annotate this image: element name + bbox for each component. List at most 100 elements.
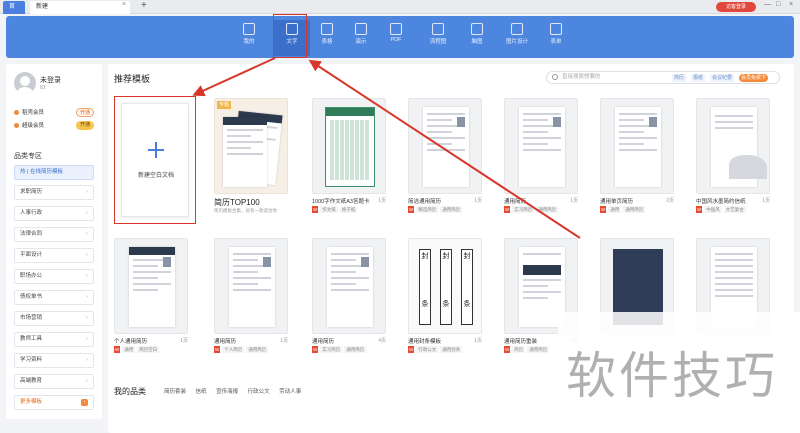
ribbon-item-image-design[interactable]: 图片设计 xyxy=(499,20,535,56)
open-super-vip-button[interactable]: 开通 xyxy=(76,121,94,130)
search-input[interactable]: 直接搜索想要的 xyxy=(562,72,601,83)
image-design-icon xyxy=(511,23,523,35)
sidebar: 未登录 ID: 稻壳会员 开通 超级会员 开通 品类专区 热 | 在线简历模板 … xyxy=(6,64,102,419)
wps-icon: W xyxy=(696,206,703,213)
wps-icon: W xyxy=(312,206,319,213)
template-tags: W 通用 简历空白 xyxy=(114,346,160,353)
sidebar-item[interactable]: 职场办公 › xyxy=(14,269,94,284)
search-chip[interactable]: 简历 xyxy=(672,74,687,82)
tab-home[interactable]: 首页 xyxy=(3,1,25,23)
new-tab-button[interactable]: + xyxy=(141,0,147,11)
super-vip-icon xyxy=(14,123,19,129)
wps-icon: W xyxy=(408,206,415,213)
search-icon xyxy=(552,74,558,80)
tab-close-icon[interactable]: × xyxy=(122,1,126,8)
vip-row-super: 超级会员 开通 xyxy=(14,121,94,131)
table-icon xyxy=(321,23,333,35)
wps-icon: W xyxy=(408,346,415,353)
chevron-right-icon: › xyxy=(86,210,88,216)
sidebar-item[interactable]: 高端教育 › xyxy=(14,374,94,389)
ribbon-item-pdf[interactable]: PDF xyxy=(378,20,414,56)
new-document-ribbon: 我的 文字 表格 演示 PDF 流程图 脑图 图片设计 表单 xyxy=(6,16,794,58)
sidebar-item[interactable]: 债权单书 › xyxy=(14,290,94,305)
maximize-button[interactable]: □ xyxy=(776,1,780,8)
template-pages: 1页 xyxy=(378,198,386,204)
template-pages: 1页 xyxy=(762,198,770,204)
template-thumbnail: 专题 xyxy=(214,98,288,194)
pdf-icon xyxy=(390,23,402,35)
wps-icon: W xyxy=(504,206,511,213)
sidebar-item[interactable]: 求职简历 › xyxy=(14,185,94,200)
template-thumbnail xyxy=(312,238,386,334)
template-tags: W 个人简历 通用简历 xyxy=(214,346,269,353)
template-name: 通用简历 xyxy=(214,339,237,345)
open-docer-vip-button[interactable]: 开通 xyxy=(76,108,94,117)
template-tags: W 实习简历 通用简历 xyxy=(312,346,367,353)
star-icon xyxy=(243,23,255,35)
close-window-button[interactable]: × xyxy=(789,1,793,8)
flowchart-icon xyxy=(432,23,444,35)
wps-icon: W xyxy=(504,346,511,353)
ribbon-item-flowchart[interactable]: 流程图 xyxy=(420,20,456,56)
recommended-title: 推荐模板 xyxy=(114,74,151,84)
template-name: 简历TOP100 xyxy=(214,198,260,207)
minimize-button[interactable]: — xyxy=(764,1,771,8)
search-chip[interactable]: 报纸 xyxy=(691,74,706,82)
category-link[interactable]: 行政公文 xyxy=(248,389,270,395)
sidebar-item-online-resume[interactable]: 热 | 在线简历模板 xyxy=(14,165,94,180)
my-categories-title: 我的品类 xyxy=(114,387,146,396)
new-blank-document[interactable]: 新建空白文档 xyxy=(114,96,196,224)
template-thumbnail: 封条 封条 封条 xyxy=(408,238,482,334)
sidebar-item[interactable]: 市场营销 › xyxy=(14,311,94,326)
seal-strip: 封条 xyxy=(440,249,452,325)
ribbon-item-spreadsheet[interactable]: 表格 xyxy=(309,20,345,56)
presentation-icon xyxy=(355,23,367,35)
seal-strip: 封条 xyxy=(461,249,473,325)
blank-page: 新建空白文档 xyxy=(121,103,189,217)
avatar[interactable] xyxy=(14,72,36,94)
ribbon-item-form[interactable]: 表单 xyxy=(538,20,574,56)
sidebar-item[interactable]: 教师工具 › xyxy=(14,332,94,347)
sidebar-item[interactable]: 平面设计 › xyxy=(14,248,94,263)
login-button[interactable]: 访客登录 xyxy=(716,2,756,12)
category-link[interactable]: 劳动人事 xyxy=(279,389,301,395)
arrow-right-icon: › xyxy=(81,399,88,406)
template-name: 中国风水墨简约信纸 xyxy=(696,199,746,205)
vip-free-chip[interactable]: 会员免费下 xyxy=(739,74,769,82)
ribbon-item-mine[interactable]: 我的 xyxy=(231,20,267,56)
sidebar-item[interactable]: 人事行政 › xyxy=(14,206,94,221)
resume-paper xyxy=(223,117,267,187)
template-pages: 1页 xyxy=(474,338,482,344)
watermark-text: 软件技巧 xyxy=(566,347,778,405)
template-search[interactable]: 直接搜索想要的 简历 报纸 会议纪要 会员免费下 xyxy=(546,71,780,84)
user-name[interactable]: 未登录 xyxy=(40,75,61,85)
search-chip[interactable]: 会议纪要 xyxy=(710,74,735,82)
category-link[interactable]: 宣传海报 xyxy=(216,389,238,395)
tab-new[interactable]: 新建 xyxy=(30,1,130,14)
ribbon-item-mindmap[interactable]: 脑图 xyxy=(459,20,495,56)
template-thumbnail xyxy=(214,238,288,334)
template-tags: W 中国风 文艺复古 xyxy=(696,206,746,213)
wps-icon: W xyxy=(600,206,607,213)
category-link[interactable]: 信纸 xyxy=(196,389,207,395)
topic-badge: 专题 xyxy=(217,101,231,109)
template-thumbnail xyxy=(696,98,770,194)
wps-icon: W xyxy=(114,346,121,353)
sidebar-item-more-templates[interactable]: 更多模板 › xyxy=(14,395,94,410)
template-tags: W 通用 通用简历 xyxy=(600,206,646,213)
user-id: ID: xyxy=(40,85,47,91)
category-link[interactable]: 简历套装 xyxy=(164,389,186,395)
tab-bar: 首页 新建 × + 访客登录 — □ × xyxy=(0,0,800,23)
sidebar-item[interactable]: 学习资料 › xyxy=(14,353,94,368)
template-pages: 4页 xyxy=(378,338,386,344)
template-thumbnail xyxy=(312,98,386,194)
sidebar-item[interactable]: 法律合同 › xyxy=(14,227,94,242)
my-categories-links: 简历套装 信纸 宣传海报 行政公文 劳动人事 xyxy=(164,387,309,395)
template-pages: 1页 xyxy=(474,198,482,204)
template-thumbnail xyxy=(504,98,578,194)
chevron-right-icon: › xyxy=(86,252,88,258)
mindmap-icon xyxy=(471,23,483,35)
ribbon-item-presentation[interactable]: 演示 xyxy=(343,20,379,56)
template-name: 通用单页简历 xyxy=(600,199,634,205)
writer-highlight-box xyxy=(273,14,307,58)
